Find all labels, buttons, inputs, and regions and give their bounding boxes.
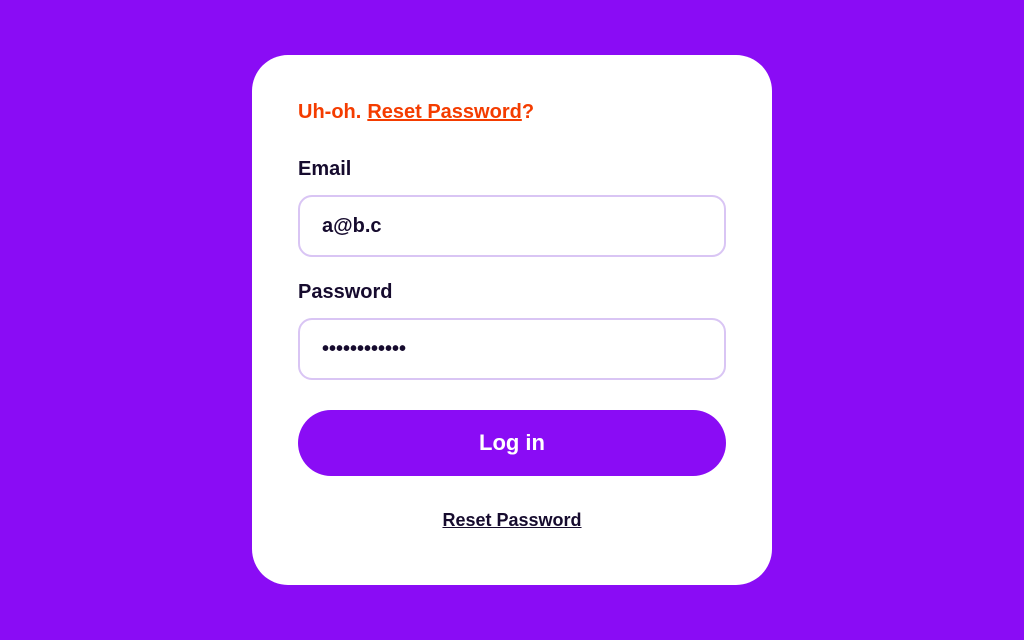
password-label: Password: [298, 281, 726, 304]
email-field[interactable]: [298, 195, 726, 257]
login-card: Uh-oh. Reset Password? Email Password Lo…: [252, 55, 772, 585]
reset-password-link[interactable]: Reset Password: [298, 510, 726, 531]
error-reset-link[interactable]: Reset Password: [367, 101, 522, 123]
email-label: Email: [298, 158, 726, 181]
error-message: Uh-oh. Reset Password?: [298, 101, 726, 124]
login-button[interactable]: Log in: [298, 410, 726, 476]
error-prefix: Uh-oh.: [298, 101, 361, 124]
error-suffix: ?: [522, 101, 534, 123]
password-field[interactable]: [298, 318, 726, 380]
